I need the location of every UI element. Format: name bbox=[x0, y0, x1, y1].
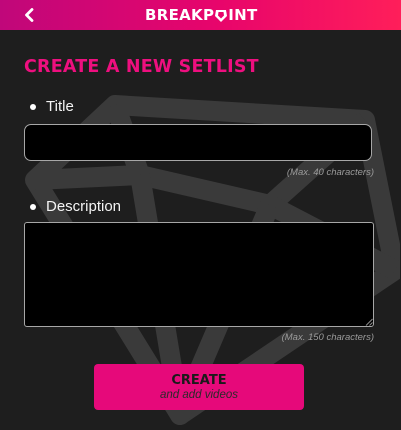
create-setlist-button[interactable]: CREATE and add videos bbox=[94, 364, 304, 410]
description-label-text: Description bbox=[46, 198, 122, 215]
title-label-text: Title bbox=[46, 98, 74, 115]
diamond-gem-icon bbox=[214, 8, 228, 23]
description-textarea[interactable] bbox=[24, 222, 374, 327]
create-button-label: CREATE bbox=[171, 372, 227, 388]
resize-grip-icon[interactable] bbox=[364, 317, 373, 326]
bullet-icon bbox=[30, 203, 36, 210]
title-field-label: Title bbox=[30, 98, 74, 115]
title-input[interactable] bbox=[24, 124, 372, 161]
title-char-limit-hint: (Max. 40 characters) bbox=[286, 167, 374, 178]
description-char-limit-hint: (Max. 150 characters) bbox=[281, 332, 374, 343]
back-button[interactable] bbox=[18, 4, 40, 26]
bullet-icon bbox=[30, 103, 36, 110]
brand-suffix: INT bbox=[228, 6, 258, 24]
top-bar: BREAKP INT bbox=[0, 0, 401, 30]
page-title: CREATE A NEW SETLIST bbox=[24, 57, 259, 77]
create-button-sublabel: and add videos bbox=[159, 388, 238, 401]
brand-prefix: BREAKP bbox=[145, 6, 215, 24]
chevron-left-icon bbox=[25, 8, 34, 22]
description-field-label: Description bbox=[30, 198, 121, 215]
brand-logo[interactable]: BREAKP INT bbox=[145, 5, 258, 25]
